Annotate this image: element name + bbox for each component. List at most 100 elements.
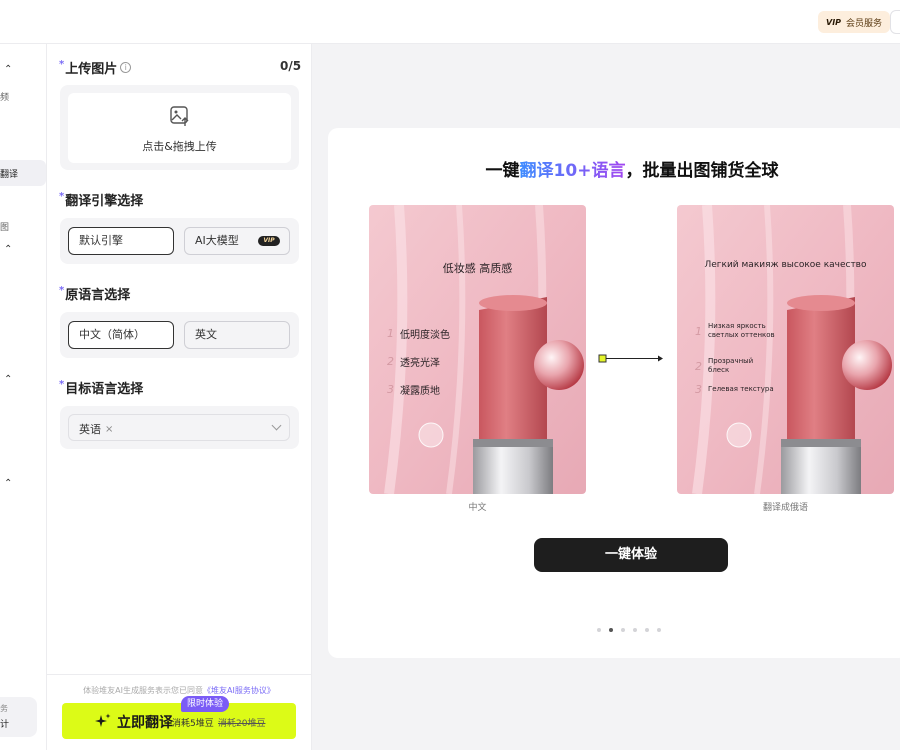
- headline-highlight: 翻译10+语言: [519, 161, 626, 181]
- feature-number: 3: [695, 383, 702, 396]
- translated-feature-item: 2 Прозрачный блеск: [695, 357, 775, 375]
- translated-product-image: Легкий макияж высокое качество 1 Низкая я…: [677, 205, 894, 494]
- nav-bottom-main: 计: [0, 720, 10, 730]
- carousel-dots: [597, 628, 661, 632]
- limited-trial-badge: 限时体验: [181, 696, 230, 712]
- feature-number: 3: [387, 383, 394, 396]
- target-lang-title-text: 目标语言选择: [65, 382, 144, 397]
- lipstick-illustration: [677, 205, 894, 494]
- top-bar: VIP 会员服务: [0, 0, 900, 44]
- nav-item-fragment[interactable]: 频: [0, 90, 9, 103]
- target-lang-select[interactable]: 英语 ×: [68, 414, 290, 441]
- close-icon[interactable]: ×: [105, 424, 113, 435]
- feature-text: 低明度淡色: [400, 330, 450, 341]
- source-image-title: 低妆感 高质感: [442, 262, 513, 275]
- translated-feature-item: 1 Низкая яркость светлых оттенков: [695, 322, 775, 340]
- translated-image-title: Легкий макияж высокое качество: [704, 260, 867, 270]
- source-product-image: 低妆感 高质感 1 低明度淡色 2 透亮光泽 3 凝露质地: [369, 205, 586, 494]
- chevron-up-icon[interactable]: ⌃: [4, 244, 12, 255]
- translated-feature-item: 3 Гелевая текстура: [695, 383, 775, 396]
- engine-option-default[interactable]: 默认引擎: [68, 227, 174, 255]
- chevron-up-icon[interactable]: ⌃: [4, 64, 12, 75]
- agreement-text: 体验堆友AI生成服务表示您已同意《堆友AI服务协议》: [47, 685, 311, 696]
- carousel-dot[interactable]: [633, 628, 637, 632]
- required-mark: *: [59, 59, 65, 70]
- vip-service-label: 会员服务: [846, 18, 883, 29]
- feature-text: Гелевая текстура: [708, 385, 774, 393]
- target-lang-area: 英语 ×: [60, 406, 299, 449]
- required-mark: *: [59, 191, 65, 202]
- source-lang-option-zh[interactable]: 中文（简体）: [68, 321, 174, 349]
- nav-bottom-small: 务: [0, 704, 8, 713]
- carousel-dot[interactable]: [609, 628, 613, 632]
- upload-section-title: * 上传图片 i: [59, 58, 132, 77]
- settings-panel: * 上传图片 i 0/5 点击&拖拽上传 * 翻译引擎选择 默认引擎 AI大模型…: [47, 44, 312, 750]
- agreement-link[interactable]: 《堆友AI服务协议》: [203, 686, 275, 695]
- nav-item-translate[interactable]: 翻译: [0, 160, 46, 186]
- carousel-dot[interactable]: [657, 628, 661, 632]
- nav-item-label: 翻译: [0, 170, 19, 180]
- image-upload-icon: [170, 106, 189, 126]
- chevron-up-icon[interactable]: ⌃: [4, 478, 12, 489]
- feature-number: 2: [695, 359, 702, 373]
- feature-text: Низкая яркость светлых оттенков: [708, 322, 775, 339]
- sparkle-icon: [95, 713, 111, 727]
- source-lang-option-label: 英文: [195, 328, 217, 341]
- selected-lang-tag: 英语 ×: [79, 421, 113, 437]
- info-icon[interactable]: i: [120, 62, 132, 73]
- source-lang-section-title: * 原语言选择: [59, 284, 130, 303]
- upload-title-text: 上传图片: [65, 62, 118, 77]
- original-cost-label: 消耗20堆豆: [218, 719, 266, 729]
- upload-area: 点击&拖拽上传: [60, 85, 299, 170]
- cost-label: 消耗5堆豆: [172, 719, 214, 729]
- translated-image-caption: 翻译成俄语: [762, 503, 808, 513]
- engine-option-label: AI大模型: [195, 234, 239, 247]
- user-menu-button[interactable]: [890, 10, 900, 34]
- source-feature-item: 3 凝露质地: [387, 382, 440, 397]
- engine-options: 默认引擎 AI大模型 VIP: [60, 218, 299, 264]
- engine-option-ai-model[interactable]: AI大模型 VIP: [184, 227, 290, 255]
- lipstick-illustration: [369, 205, 586, 494]
- feature-number: 2: [387, 355, 394, 368]
- carousel-dot[interactable]: [597, 628, 601, 632]
- lang-tag-label: 英语: [79, 423, 101, 436]
- source-feature-item: 2 透亮光泽: [387, 354, 440, 369]
- target-lang-section-title: * 目标语言选择: [59, 378, 143, 397]
- chevron-down-icon: [271, 420, 282, 431]
- vip-icon: VIP: [826, 17, 842, 27]
- feature-number: 1: [695, 324, 702, 338]
- source-lang-option-label: 中文（简体）: [79, 328, 145, 341]
- feature-number: 1: [387, 327, 394, 340]
- preview-headline: 一键翻译10+语言，批量出图铺货全球: [328, 156, 900, 181]
- source-lang-options: 中文（简体） 英文: [60, 312, 299, 358]
- feature-text: 透亮光泽: [400, 358, 440, 369]
- headline-suffix: ，批量出图铺货全球: [625, 161, 779, 181]
- source-image-caption: 中文: [468, 503, 487, 513]
- engine-title-text: 翻译引擎选择: [65, 194, 144, 209]
- source-lang-option-en[interactable]: 英文: [184, 321, 290, 349]
- headline-prefix: 一键: [485, 161, 520, 181]
- vip-badge: VIP: [258, 236, 280, 246]
- carousel-dot[interactable]: [621, 628, 625, 632]
- translate-now-button[interactable]: 立即翻译 消耗5堆豆 消耗20堆豆: [62, 703, 296, 739]
- panel-footer: 体验堆友AI生成服务表示您已同意《堆友AI服务协议》 立即翻译 消耗5堆豆 消耗…: [47, 674, 311, 750]
- feature-text: Прозрачный блеск: [708, 357, 754, 374]
- translate-now-label: 立即翻译: [117, 715, 173, 731]
- engine-option-label: 默认引擎: [79, 234, 123, 247]
- chevron-up-icon[interactable]: ⌃: [4, 374, 12, 385]
- upload-hint: 点击&拖拽上传: [142, 140, 217, 153]
- source-feature-item: 1 低明度淡色: [387, 326, 450, 341]
- required-mark: *: [59, 285, 65, 296]
- nav-bottom-card[interactable]: 务 计: [0, 697, 37, 737]
- source-lang-title-text: 原语言选择: [65, 288, 131, 303]
- engine-section-title: * 翻译引擎选择: [59, 190, 143, 209]
- nav-item-fragment[interactable]: 图: [0, 220, 9, 233]
- upload-count: 0/5: [280, 59, 302, 73]
- feature-text: 凝露质地: [400, 386, 440, 397]
- vip-service-button[interactable]: VIP 会员服务: [818, 11, 891, 33]
- upload-dropzone[interactable]: 点击&拖拽上传: [68, 93, 291, 163]
- try-now-button[interactable]: 一键体验: [534, 538, 728, 572]
- required-mark: *: [59, 379, 65, 390]
- agreement-prefix: 体验堆友AI生成服务表示您已同意: [83, 686, 203, 695]
- carousel-dot[interactable]: [645, 628, 649, 632]
